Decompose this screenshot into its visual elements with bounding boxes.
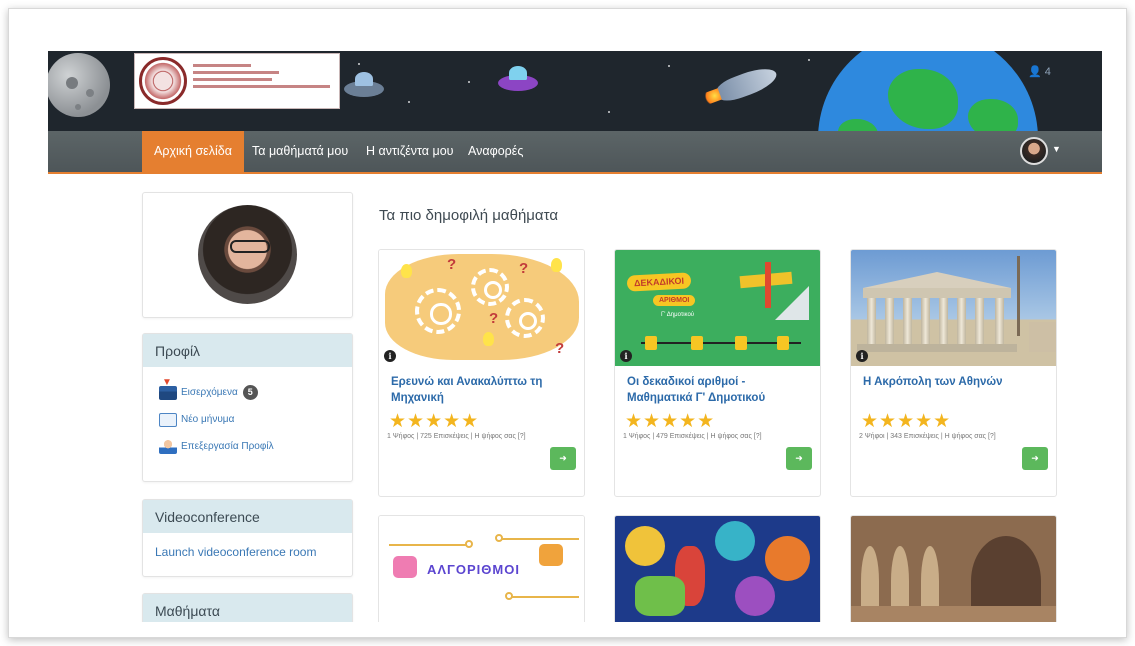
course-title[interactable]: Οι δεκαδικοί αριθμοί - Μαθηματικά Γ' Δημ… (615, 366, 820, 408)
star-decoration (358, 63, 360, 65)
nav-agenda[interactable]: Η αντιζέντα μου (354, 131, 465, 172)
course-card[interactable]: ? ? ? ? i Ερευνώ και Ανακαλύπτω τη Μηχαν… (378, 249, 585, 497)
user-icon: 👤 (1028, 66, 1042, 78)
chevron-down-icon[interactable]: ▼ (1052, 144, 1061, 154)
course-title[interactable]: Η Ακρόπολη των Αθηνών (851, 366, 1056, 408)
image-label: ΑΡΙΘΜΟΙ (653, 295, 696, 306)
image-label: ΑΛΓΟΡΙΘΜΟΙ (427, 562, 520, 577)
gear-icon (415, 288, 461, 334)
popular-courses-title: Τα πιο δημοφιλή μαθήματα (379, 207, 558, 224)
rating-stars[interactable]: ★★★★★ (851, 408, 1056, 431)
rating-stars[interactable]: ★★★★★ (379, 408, 584, 431)
nav-my-courses[interactable]: Τα μαθήματά μου (240, 131, 360, 172)
rating-stars[interactable]: ★★★★★ (615, 408, 820, 431)
university-logo[interactable] (134, 53, 340, 109)
online-users-count: 4 (1044, 66, 1051, 78)
launch-videoconference-link[interactable]: Launch videoconference room (143, 533, 352, 571)
rocket-icon (714, 63, 780, 105)
gear-icon (471, 268, 509, 306)
pencil-icon (765, 262, 771, 308)
course-meta: 2 Ψήφοι | 343 Επισκέψεις | Η ψήφος σας [… (859, 433, 996, 440)
enter-icon: ➜ (559, 453, 567, 463)
profile-panel-header: Προφίλ (143, 334, 352, 367)
course-image[interactable]: ΔΕΚΑΔΙΚΟΙ ΑΡΙΘΜΟΙ Γ' Δημοτικού i (615, 250, 820, 366)
enter-icon: ➜ (1031, 453, 1039, 463)
new-message-link[interactable]: Νέο μήνυμα (143, 406, 352, 433)
course-title[interactable]: Ερευνώ και Ανακαλύπτω τη Μηχανική (379, 366, 584, 408)
inbox-label: Εισερχόμενα (181, 387, 238, 398)
logo-text-lines (193, 64, 337, 92)
videoconference-header: Videoconference (143, 500, 352, 533)
profile-panel: Προφίλ Εισερχόμενα 5 Νέο μήνυμα Επεξεργα… (142, 333, 353, 482)
lightbulb-icon (551, 258, 562, 272)
image-label: ΔΕΚΑΔΙΚΟΙ (626, 272, 692, 292)
course-meta: 1 Ψήφος | 725 Επισκέψεις | Η ψήφος σας [… (387, 433, 526, 440)
user-menu-avatar[interactable] (1020, 137, 1048, 165)
parthenon-illustration (857, 272, 1017, 352)
edit-profile-label: Επεξεργασία Προφίλ (181, 441, 274, 452)
info-icon[interactable]: i (856, 350, 868, 362)
robot-icon (393, 556, 417, 578)
course-image[interactable] (615, 516, 820, 634)
videoconference-panel: Videoconference Launch videoconference r… (142, 499, 353, 577)
course-card[interactable] (614, 515, 821, 635)
main-navbar: Αρχική σελίδα Τα μαθήματά μου Η αντιζέντ… (48, 131, 1102, 174)
star-decoration (808, 59, 810, 61)
course-image[interactable]: i (851, 250, 1056, 366)
mail-icon (159, 412, 177, 427)
course-card[interactable]: ΔΕΚΑΔΙΚΟΙ ΑΡΙΘΜΟΙ Γ' Δημοτικού i Οι δεκα… (614, 249, 821, 497)
gear-icon (505, 298, 545, 338)
earth-illustration (818, 51, 1038, 131)
info-icon[interactable]: i (384, 350, 396, 362)
new-message-label: Νέο μήνυμα (181, 414, 235, 425)
inbox-icon (159, 377, 177, 400)
lightbulb-icon (483, 332, 494, 346)
star-decoration (668, 65, 670, 67)
course-image[interactable]: ? ? ? ? i (379, 250, 584, 366)
course-card[interactable] (850, 515, 1057, 635)
star-decoration (608, 111, 610, 113)
nav-home[interactable]: Αρχική σελίδα (142, 131, 244, 172)
profile-photo-panel (142, 192, 353, 318)
enter-icon: ➜ (795, 453, 803, 463)
moon-illustration (48, 53, 110, 117)
online-users-indicator: 👤 4 (1028, 65, 1051, 78)
browser-viewport: 👤 4 Αρχική σελίδα Τα μαθήματά μου Η αντι… (8, 8, 1127, 638)
inbox-count-badge: 5 (242, 385, 258, 400)
ufo-icon (344, 72, 384, 97)
set-square-icon (775, 286, 809, 320)
robot-icon (539, 544, 563, 566)
info-icon[interactable]: i (620, 350, 632, 362)
user-edit-icon (159, 439, 177, 454)
lightbulb-icon (401, 264, 412, 278)
image-sublabel: Γ' Δημοτικού (661, 312, 695, 318)
star-decoration (408, 101, 410, 103)
space-banner: 👤 4 (48, 51, 1102, 131)
university-seal-icon (139, 57, 187, 105)
course-card[interactable]: i Η Ακρόπολη των Αθηνών ★★★★★ 2 Ψήφοι | … (850, 249, 1057, 497)
enter-course-button[interactable]: ➜ (786, 447, 812, 470)
nav-reports[interactable]: Αναφορές (456, 131, 535, 172)
course-card[interactable]: ΑΛΓΟΡΙΘΜΟΙ (378, 515, 585, 635)
profile-avatar[interactable] (198, 205, 297, 304)
enter-course-button[interactable]: ➜ (1022, 447, 1048, 470)
star-decoration (468, 81, 470, 83)
course-image[interactable]: ΑΛΓΟΡΙΘΜΟΙ (379, 516, 584, 634)
ufo-icon (498, 66, 538, 91)
enter-course-button[interactable]: ➜ (550, 447, 576, 470)
course-image[interactable] (851, 516, 1056, 634)
edit-profile-link[interactable]: Επεξεργασία Προφίλ (143, 433, 352, 460)
inbox-link[interactable]: Εισερχόμενα 5 (143, 377, 352, 406)
course-meta: 1 Ψήφος | 479 Επισκέψεις | Η ψήφος σας [… (623, 433, 762, 440)
